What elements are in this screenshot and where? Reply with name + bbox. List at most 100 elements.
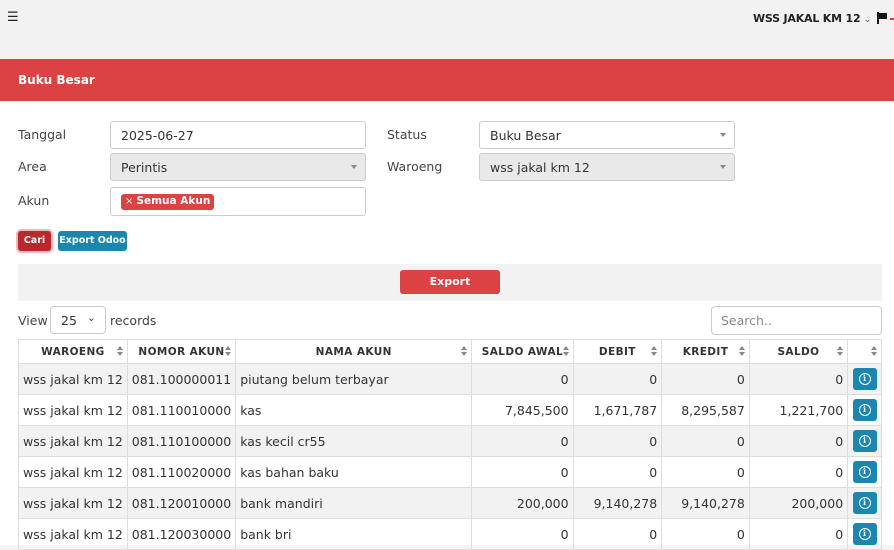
- sort-icon[interactable]: [738, 346, 745, 356]
- site-label: WSS JAKAL KM 12: [753, 12, 861, 25]
- caret-down-icon: [720, 165, 726, 169]
- cell-saldo: 1,221,700: [748, 394, 849, 426]
- sort-icon[interactable]: [116, 346, 123, 356]
- cell-saldo: 0: [748, 456, 849, 488]
- cell-nama-akun: piutang belum terbayar: [235, 363, 473, 395]
- sort-icon[interactable]: [651, 346, 658, 356]
- akun-multiselect[interactable]: × Semua Akun: [110, 187, 366, 216]
- info-button[interactable]: i: [852, 430, 877, 452]
- akun-tag-label: Semua Akun: [136, 195, 211, 207]
- cell-nama-akun: kas bahan baku: [235, 456, 473, 488]
- cell-action: i: [847, 425, 882, 457]
- sort-icon[interactable]: [225, 346, 232, 356]
- status-select[interactable]: Buku Besar: [479, 121, 735, 149]
- table-body: wss jakal km 12 081.100000011 piutang belu…: [18, 363, 882, 550]
- sort-icon[interactable]: [871, 346, 877, 356]
- site-selector[interactable]: WSS JAKAL KM 12 ⌄: [753, 12, 872, 25]
- cell-saldo-awal: 0: [471, 425, 574, 457]
- cell-debit: 0: [572, 363, 663, 395]
- page-size-select[interactable]: 25 ⌄: [50, 306, 106, 334]
- page-size-value: 25: [61, 313, 77, 328]
- top-navbar: ☰ WSS JAKAL KM 12 ⌄: [0, 0, 894, 58]
- tanggal-label: Tanggal: [18, 127, 67, 142]
- chevron-down-icon: ⌄: [863, 14, 872, 25]
- cell-waroeng: wss jakal km 12: [18, 394, 128, 426]
- column-header-kredit[interactable]: KREDIT: [661, 339, 750, 364]
- sort-icon[interactable]: [562, 346, 569, 356]
- cell-nomor-akun: 081.120010000: [126, 487, 237, 519]
- ledger-table: WAROENG NOMOR AKUN NAMA AKUN SALDO AWAL …: [18, 339, 882, 550]
- area-value: Perintis: [121, 160, 168, 175]
- chevron-down-icon: ⌄: [86, 311, 96, 324]
- column-header-waroeng[interactable]: WAROENG: [18, 339, 128, 364]
- cell-nama-akun: kas: [235, 394, 473, 426]
- cell-action: i: [847, 394, 882, 426]
- hamburger-icon[interactable]: ☰: [7, 11, 19, 24]
- sort-icon[interactable]: [461, 346, 468, 356]
- export-odoo-button[interactable]: Export Odoo: [58, 231, 127, 251]
- area-label: Area: [18, 159, 47, 174]
- column-header-action[interactable]: [847, 339, 882, 364]
- cell-action: i: [847, 456, 882, 488]
- sort-icon[interactable]: [837, 346, 844, 356]
- main-content: Tanggal 2025-06-27 Area Perintis Akun × S…: [0, 101, 894, 550]
- caret-down-icon: [720, 133, 726, 137]
- status-label: Status: [387, 127, 427, 142]
- column-header-saldo-awal[interactable]: SALDO AWAL: [471, 339, 574, 364]
- caret-down-icon: [351, 165, 357, 169]
- info-icon: i: [858, 497, 871, 509]
- info-button[interactable]: i: [852, 523, 877, 545]
- cell-debit: 0: [572, 425, 663, 457]
- area-select[interactable]: Perintis: [110, 153, 366, 181]
- info-icon: i: [858, 528, 871, 540]
- info-button[interactable]: i: [852, 368, 877, 390]
- records-label: records: [110, 313, 157, 328]
- cell-kredit: 9,140,278: [661, 487, 750, 519]
- tanggal-input[interactable]: 2025-06-27: [110, 121, 366, 149]
- table-header-row: WAROENG NOMOR AKUN NAMA AKUN SALDO AWAL …: [18, 339, 882, 364]
- waroeng-select[interactable]: wss jakal km 12: [479, 153, 735, 181]
- column-header-debit[interactable]: DEBIT: [572, 339, 663, 364]
- flag-icon[interactable]: [877, 12, 894, 24]
- info-icon: i: [858, 435, 871, 447]
- cell-saldo: 0: [748, 425, 849, 457]
- search-placeholder: Search..: [721, 313, 772, 328]
- info-button[interactable]: i: [852, 461, 877, 483]
- info-button[interactable]: i: [852, 399, 877, 421]
- cell-kredit: 0: [661, 456, 750, 488]
- cell-waroeng: wss jakal km 12: [18, 456, 128, 488]
- info-icon: i: [858, 404, 871, 416]
- search-input[interactable]: Search..: [711, 306, 882, 335]
- view-label: View: [18, 313, 48, 328]
- tanggal-value: 2025-06-27: [121, 128, 194, 143]
- cell-saldo-awal: 200,000: [471, 487, 574, 519]
- export-toolbar: Export Tampilan: [18, 264, 882, 312]
- remove-tag-icon[interactable]: ×: [125, 196, 133, 207]
- cell-saldo: 0: [748, 363, 849, 395]
- column-header-saldo[interactable]: SALDO: [748, 339, 849, 364]
- akun-tag[interactable]: × Semua Akun: [121, 194, 215, 210]
- export-tampilan-button[interactable]: Export Tampilan: [400, 270, 500, 312]
- column-header-nama-akun[interactable]: NAMA AKUN: [235, 339, 473, 364]
- table-row: wss jakal km 12 081.110020000 kas bahan ba…: [18, 456, 882, 488]
- table-row: wss jakal km 12 081.120010000 bank mandiri…: [18, 487, 882, 519]
- cell-debit: 0: [572, 456, 663, 488]
- table-row: wss jakal km 12 081.100000011 piutang belu…: [18, 363, 882, 395]
- cell-saldo-awal: 0: [471, 456, 574, 488]
- cell-waroeng: wss jakal km 12: [18, 363, 128, 395]
- cell-kredit: 0: [661, 363, 750, 395]
- page-header: Buku Besar: [0, 59, 894, 101]
- cell-waroeng: wss jakal km 12: [18, 487, 128, 519]
- waroeng-label: Waroeng: [387, 159, 443, 174]
- cell-debit: 1,671,787: [572, 394, 663, 426]
- page-title: Buku Besar: [18, 73, 95, 87]
- cell-saldo-awal: 0: [471, 363, 574, 395]
- cell-saldo: 200,000: [748, 487, 849, 519]
- info-button[interactable]: i: [852, 492, 877, 514]
- info-icon: i: [858, 466, 871, 478]
- cari-button[interactable]: Cari: [18, 231, 51, 251]
- akun-label: Akun: [18, 193, 50, 208]
- cell-saldo-awal: 7,845,500: [471, 394, 574, 426]
- column-header-nomor-akun[interactable]: NOMOR AKUN: [126, 339, 237, 364]
- info-icon: i: [858, 373, 871, 385]
